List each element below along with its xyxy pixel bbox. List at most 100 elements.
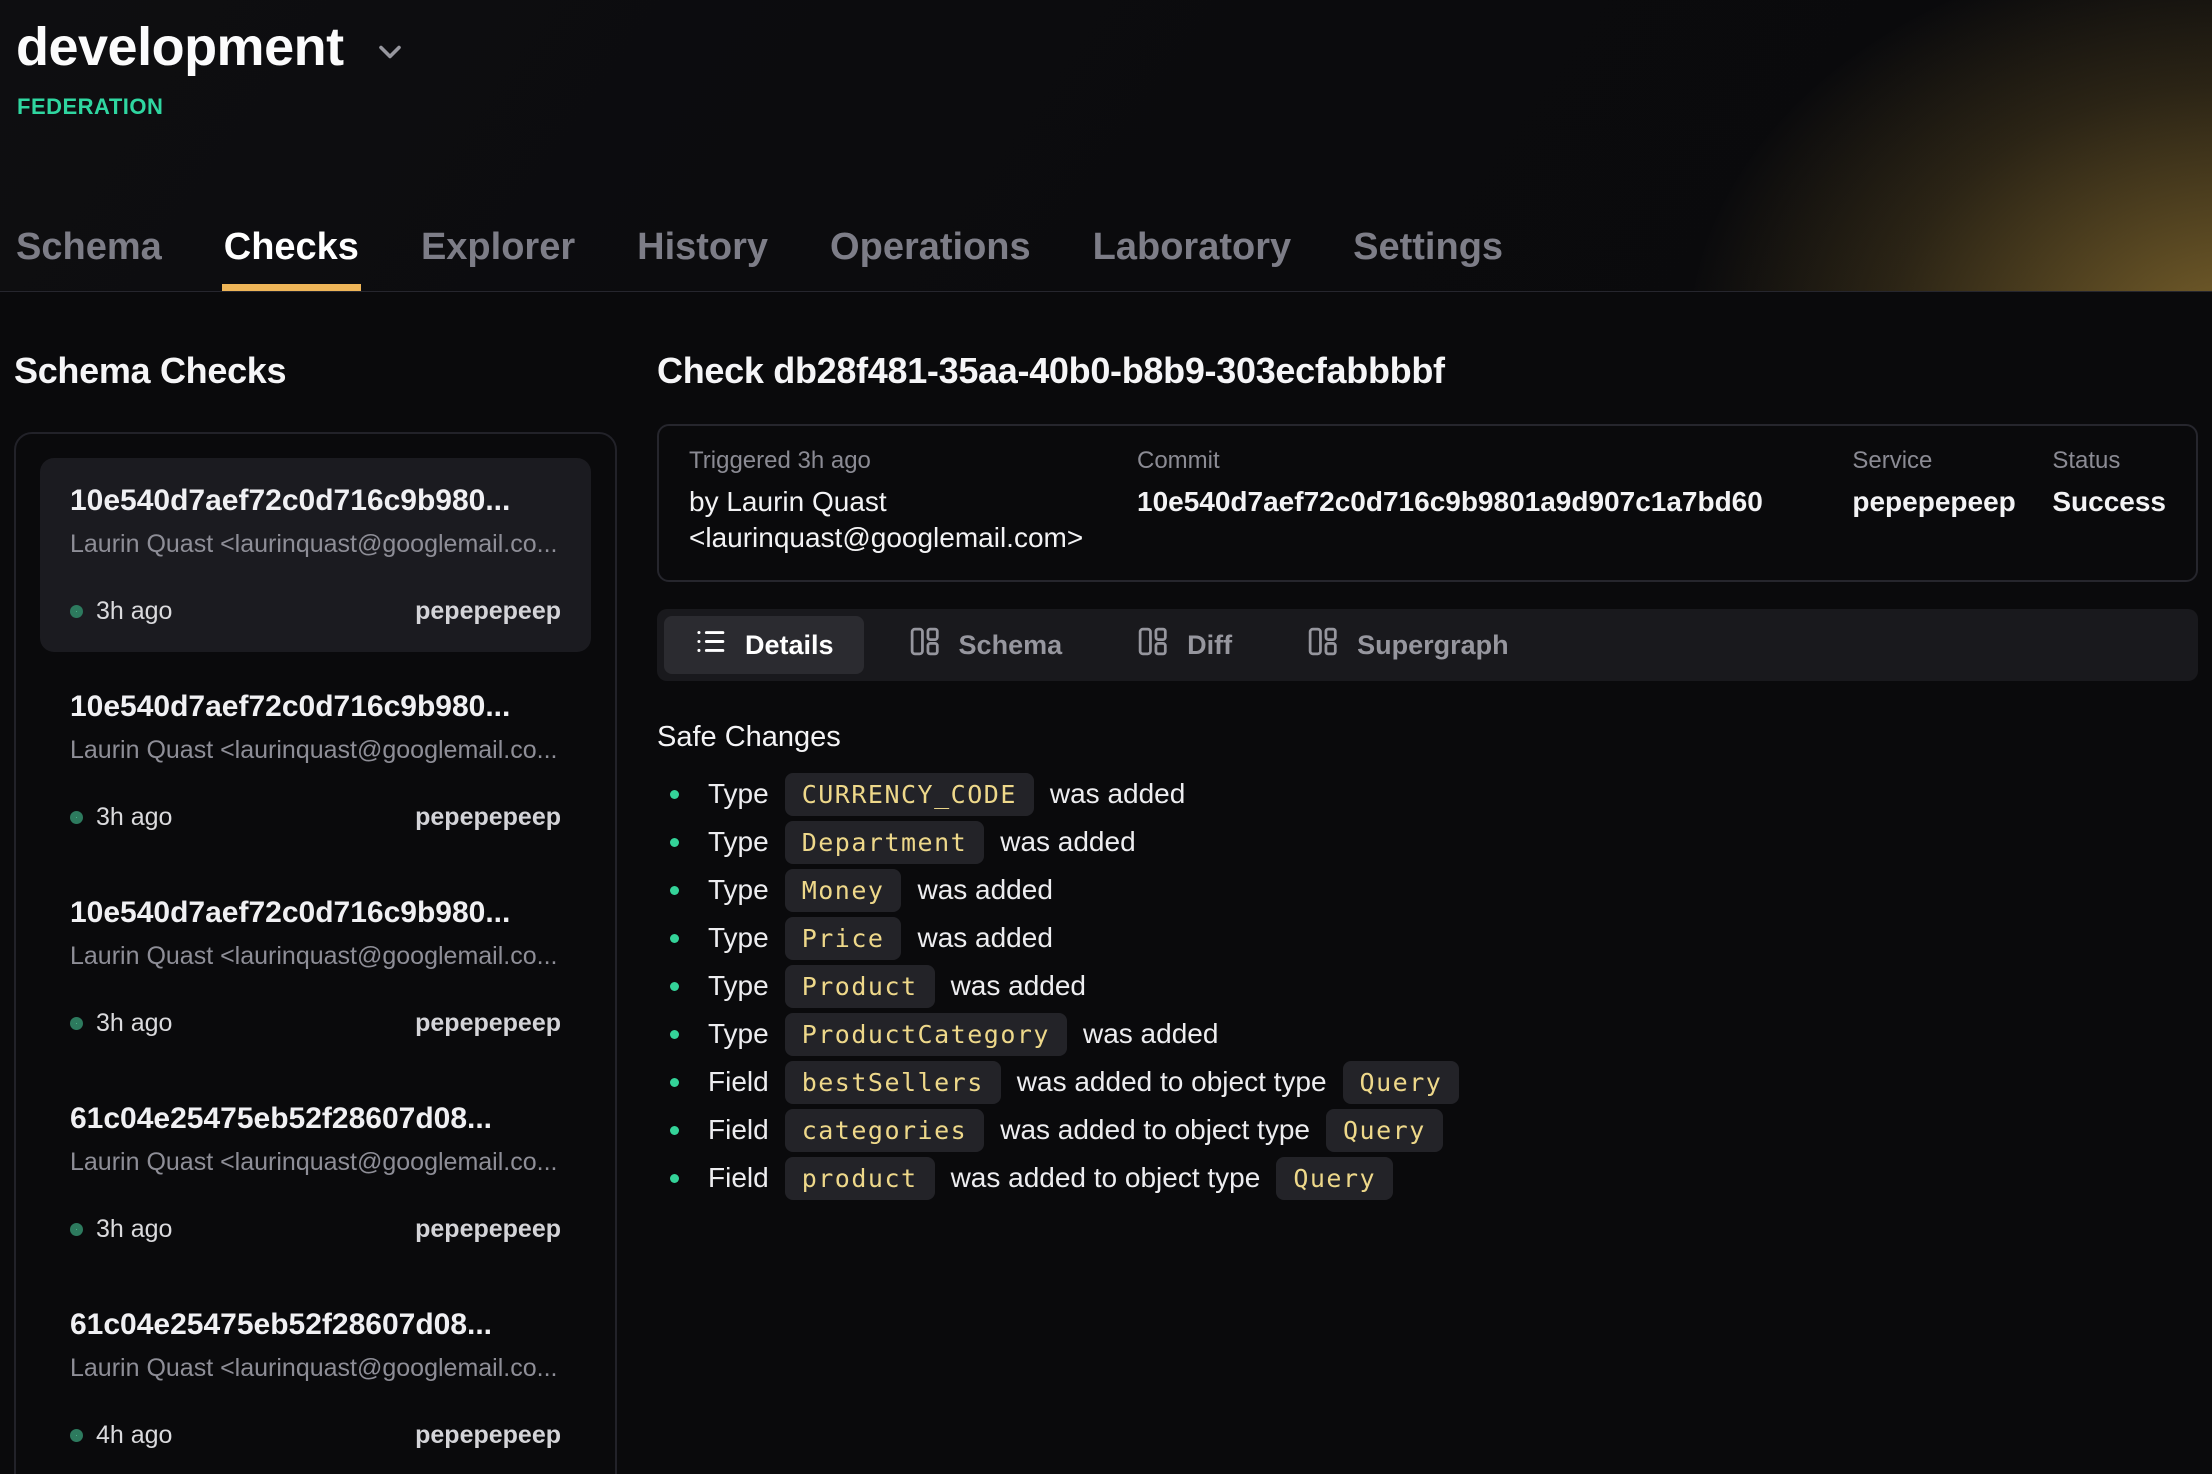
- change-suffix: was added to object type: [1000, 1114, 1310, 1146]
- check-commit-id: 10e540d7aef72c0d716c9b980...: [70, 690, 561, 724]
- view-tab-label: Diff: [1187, 630, 1232, 661]
- checks-list: 10e540d7aef72c0d716c9b980... Laurin Quas…: [14, 432, 617, 1474]
- view-tab-label: Details: [745, 630, 834, 661]
- change-code-chip: bestSellers: [785, 1061, 1001, 1104]
- tab-explorer[interactable]: Explorer: [419, 226, 577, 291]
- triggered-label: Triggered 3h ago: [689, 446, 1113, 476]
- change-code-chip: categories: [785, 1109, 985, 1152]
- bullet-dot-icon: [670, 838, 679, 847]
- status-value: Success: [2052, 484, 2166, 520]
- header-tabs: Schema Checks Explorer History Operations Lab…: [14, 226, 1505, 291]
- bullet-dot-icon: [670, 1078, 679, 1087]
- change-prefix: Field: [708, 1066, 769, 1098]
- change-target-chip: Query: [1276, 1157, 1393, 1200]
- status-dot-icon: [70, 1017, 83, 1030]
- tab-settings[interactable]: Settings: [1351, 226, 1505, 291]
- check-time: 3h ago: [70, 803, 172, 832]
- check-list-item[interactable]: 10e540d7aef72c0d716c9b980... Laurin Quas…: [40, 870, 591, 1064]
- bullet-dot-icon: [670, 1126, 679, 1135]
- columns-icon: [908, 625, 941, 665]
- check-list-item[interactable]: 61c04e25475eb52f28607d08... Laurin Quast…: [40, 1282, 591, 1474]
- tab-checks[interactable]: Checks: [222, 226, 361, 291]
- check-service: pepepepeep: [415, 597, 561, 626]
- check-list-item[interactable]: 10e540d7aef72c0d716c9b980... Laurin Quas…: [40, 664, 591, 858]
- change-item: Type CURRENCY_CODE was added: [657, 770, 2198, 818]
- check-author: Laurin Quast <laurinquast@googlemail.co.…: [70, 1354, 561, 1383]
- tab-label: Explorer: [421, 226, 575, 268]
- service-label: Service: [1852, 446, 2052, 476]
- change-suffix: was added: [1050, 778, 1185, 810]
- columns-icon: [1306, 625, 1339, 665]
- change-target-chip: Query: [1343, 1061, 1460, 1104]
- tab-label: Schema: [16, 226, 162, 268]
- list-icon: [694, 625, 727, 665]
- meta-status: Status Success: [2052, 446, 2166, 520]
- tab-operations[interactable]: Operations: [828, 226, 1033, 291]
- check-commit-id: 61c04e25475eb52f28607d08...: [70, 1102, 561, 1136]
- view-tab-details[interactable]: Details: [664, 616, 864, 674]
- change-item: Type Price was added: [657, 914, 2198, 962]
- meta-triggered: Triggered 3h ago by Laurin Quast <laurin…: [689, 446, 1137, 556]
- change-item: Field product was added to object type Q…: [657, 1154, 2198, 1202]
- change-code-chip: Product: [785, 965, 935, 1008]
- commit-label: Commit: [1137, 446, 1852, 476]
- check-meta-box: Triggered 3h ago by Laurin Quast <laurin…: [657, 424, 2198, 582]
- meta-service: Service pepepepeep: [1852, 446, 2052, 520]
- check-service: pepepepeep: [415, 1215, 561, 1244]
- columns-icon: [1136, 625, 1169, 665]
- check-commit-id: 10e540d7aef72c0d716c9b980...: [70, 484, 561, 518]
- view-tab-label: Supergraph: [1357, 630, 1509, 661]
- page-content: Schema Checks 10e540d7aef72c0d716c9b980.…: [0, 292, 2212, 1474]
- project-type-badge: FEDERATION: [17, 94, 2212, 120]
- check-service: pepepepeep: [415, 1421, 561, 1450]
- tab-laboratory[interactable]: Laboratory: [1091, 226, 1293, 291]
- tab-label: History: [637, 226, 768, 268]
- chevron-down-icon: [372, 57, 408, 74]
- safe-changes-list: Type CURRENCY_CODE was added Type Depart…: [657, 770, 2198, 1202]
- status-dot-icon: [70, 811, 83, 824]
- view-tab-diff[interactable]: Diff: [1106, 616, 1262, 674]
- tab-schema[interactable]: Schema: [14, 226, 164, 291]
- check-list-item[interactable]: 10e540d7aef72c0d716c9b980... Laurin Quas…: [40, 458, 591, 652]
- check-service: pepepepeep: [415, 1009, 561, 1038]
- commit-value: 10e540d7aef72c0d716c9b9801a9d907c1a7bd60: [1137, 484, 1852, 520]
- check-time: 3h ago: [70, 1009, 172, 1038]
- view-tab-supergraph[interactable]: Supergraph: [1276, 616, 1539, 674]
- change-suffix: was added: [917, 922, 1052, 954]
- check-author: Laurin Quast <laurinquast@googlemail.co.…: [70, 530, 561, 559]
- change-suffix: was added: [951, 970, 1086, 1002]
- change-item: Type Product was added: [657, 962, 2198, 1010]
- bullet-dot-icon: [670, 790, 679, 799]
- triggered-by-value: by Laurin Quast <laurinquast@googlemail.…: [689, 484, 1113, 556]
- change-prefix: Type: [708, 778, 769, 810]
- project-name: development: [16, 16, 344, 78]
- check-author: Laurin Quast <laurinquast@googlemail.co.…: [70, 736, 561, 765]
- safe-changes-title: Safe Changes: [657, 721, 2198, 754]
- change-prefix: Field: [708, 1162, 769, 1194]
- bullet-dot-icon: [670, 934, 679, 943]
- change-suffix: was added to object type: [1017, 1066, 1327, 1098]
- tab-history[interactable]: History: [635, 226, 770, 291]
- status-dot-icon: [70, 1223, 83, 1236]
- check-view-tabs: Details Schema Diff: [657, 609, 2198, 681]
- change-suffix: was added: [917, 874, 1052, 906]
- status-dot-icon: [70, 1429, 83, 1442]
- change-target-chip: Query: [1326, 1109, 1443, 1152]
- status-label: Status: [2052, 446, 2166, 476]
- bullet-dot-icon: [670, 886, 679, 895]
- change-prefix: Type: [708, 874, 769, 906]
- change-code-chip: Money: [785, 869, 902, 912]
- check-title: Check db28f481-35aa-40b0-b8b9-303ecfabbb…: [657, 350, 2198, 392]
- change-code-chip: Department: [785, 821, 985, 864]
- check-time: 4h ago: [70, 1421, 172, 1450]
- change-item: Type Department was added: [657, 818, 2198, 866]
- check-list-item[interactable]: 61c04e25475eb52f28607d08... Laurin Quast…: [40, 1076, 591, 1270]
- meta-commit: Commit 10e540d7aef72c0d716c9b9801a9d907c…: [1137, 446, 1852, 520]
- sidebar-title: Schema Checks: [14, 350, 617, 392]
- bullet-dot-icon: [670, 1174, 679, 1183]
- bullet-dot-icon: [670, 982, 679, 991]
- project-selector-button[interactable]: [372, 34, 408, 75]
- check-time: 3h ago: [70, 597, 172, 626]
- bullet-dot-icon: [670, 1030, 679, 1039]
- view-tab-schema[interactable]: Schema: [878, 616, 1093, 674]
